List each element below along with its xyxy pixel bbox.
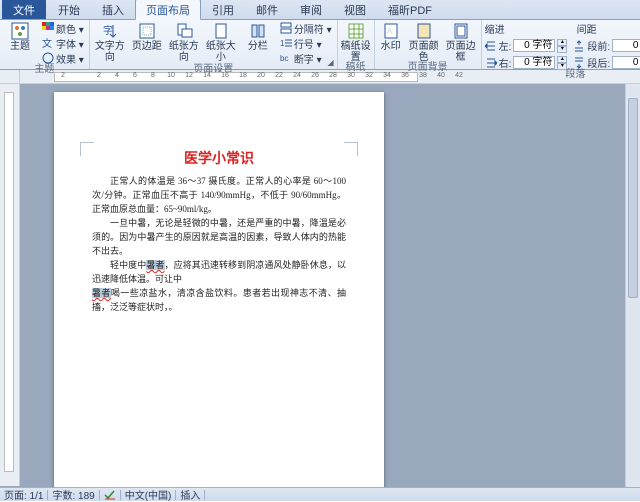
columns-icon <box>249 22 267 40</box>
indent-right: 右: 0 字符 ▴▾ <box>485 55 568 70</box>
indent-left-up[interactable]: ▴ <box>557 39 567 46</box>
line-numbers-button[interactable]: 1行号 ▾ <box>278 36 334 50</box>
spacing-after: 段后: 0 行 ▴▾ <box>573 55 640 70</box>
colors-icon <box>42 22 54 34</box>
para-2: 一旦中暑，无论是轻微的中暑，还是严重的中暑，降温是必须的。因为中暑产生的原因就是… <box>92 216 346 258</box>
status-language[interactable]: 中文(中国) <box>125 487 172 502</box>
tab-page-layout[interactable]: 页面布局 <box>135 0 201 20</box>
indent-left-field[interactable]: 0 字符 <box>513 39 555 52</box>
vertical-ruler[interactable] <box>0 84 20 486</box>
para-4: 暑者喝一些凉盐水，清凉含盐饮料。患者若出现神志不清、抽搐，泛泛等症状时，。 <box>92 286 346 314</box>
doc-title: 医学小常识 <box>92 148 346 168</box>
tab-view[interactable]: 视图 <box>333 0 377 19</box>
para-1: 正常人的体温是 36～37 摄氏度。正常人的心率是 60～100 次/分钟。正常… <box>92 174 346 216</box>
breaks-button[interactable]: 分隔符 ▾ <box>278 21 334 35</box>
orientation-button[interactable]: 纸张方向 <box>167 21 201 63</box>
svg-text:bc: bc <box>280 54 288 63</box>
tab-review[interactable]: 审阅 <box>289 0 333 19</box>
theme-fonts-button[interactable]: 文字体 ▾ <box>40 36 86 50</box>
columns-button[interactable]: 分栏 <box>241 21 275 52</box>
theme-effects-button[interactable]: 效果 ▾ <box>40 51 86 65</box>
svg-text:A: A <box>387 27 393 36</box>
page-size-icon <box>212 22 230 40</box>
tab-file[interactable]: 文件 <box>2 0 46 19</box>
theme-colors-button[interactable]: 颜色 ▾ <box>40 21 86 35</box>
horizontal-ruler[interactable]: 224681012141618202224262830323436384042 <box>0 70 640 84</box>
status-insert-mode[interactable]: 插入 <box>180 487 200 502</box>
page: 医学小常识 正常人的体温是 36～37 摄氏度。正常人的心率是 60～100 次… <box>54 92 384 487</box>
spacing-before: 段前: 0 行 ▴▾ <box>573 38 640 53</box>
indent-right-up[interactable]: ▴ <box>557 56 567 63</box>
ribbon-tabs: 文件 开始 插入 页面布局 引用 邮件 审阅 视图 福昕PDF <box>0 0 640 20</box>
effects-icon <box>42 52 54 64</box>
hyphenation-icon: bc <box>280 52 292 64</box>
statusbar: 页面: 1/1 字数: 189 中文(中国) 插入 <box>0 487 640 501</box>
manuscript-grid-button[interactable]: 稿纸设置 <box>341 21 371 63</box>
group-page-setup: 字文字方向 页边距 纸张方向 纸张大小 分栏 分隔符 ▾ 1行号 ▾ bc断字 … <box>90 20 338 69</box>
wavy-underline: 暑者 <box>146 260 164 270</box>
line-numbers-icon: 1 <box>280 37 292 49</box>
page-size-button[interactable]: 纸张大小 <box>204 21 238 63</box>
indent-right-icon <box>485 57 497 69</box>
fonts-icon: 文 <box>42 37 54 49</box>
indent-header: 缩进 <box>485 21 505 36</box>
document-body[interactable]: 医学小常识 正常人的体温是 36～37 摄氏度。正常人的心率是 60～100 次… <box>92 148 346 314</box>
margins-icon <box>138 22 156 40</box>
group-page-background: A水印 页面颜色 页面边框 页面背景 <box>375 20 482 69</box>
indent-right-field[interactable]: 0 字符 <box>513 56 555 69</box>
spacing-after-icon <box>573 57 585 69</box>
page-border-icon <box>452 22 470 40</box>
tab-mailings[interactable]: 邮件 <box>245 0 289 19</box>
watermark-icon: A <box>382 22 400 40</box>
tab-home[interactable]: 开始 <box>47 0 91 19</box>
grid-icon <box>347 22 365 40</box>
indent-left-down[interactable]: ▾ <box>557 46 567 53</box>
group-themes: 主题 颜色 ▾ 文字体 ▾ 效果 ▾ 主题 <box>0 20 90 69</box>
status-words[interactable]: 字数: 189 <box>52 487 94 502</box>
spacing-after-field[interactable]: 0 行 <box>612 56 640 69</box>
page-setup-dialog-launcher[interactable]: ◢ <box>326 58 336 68</box>
spacing-header: 间距 <box>577 21 597 36</box>
svg-text:文: 文 <box>42 37 52 49</box>
page-border-button[interactable]: 页面边框 <box>444 21 478 63</box>
status-spellcheck-icon[interactable] <box>104 490 116 500</box>
scrollbar-thumb[interactable] <box>628 98 638 298</box>
text-direction-icon: 字 <box>101 22 119 40</box>
margins-button[interactable]: 页边距 <box>130 21 164 52</box>
page-color-button[interactable]: 页面颜色 <box>407 21 441 63</box>
spacing-before-icon <box>573 40 585 52</box>
spacing-before-field[interactable]: 0 行 <box>612 39 640 52</box>
para-3: 轻中度中暑者，应将其迅速转移到阴凉通风处静卧休息，以迅速降低体温。可让中 <box>92 258 346 286</box>
themes-button[interactable]: 主题 <box>3 21 37 52</box>
workspace: 医学小常识 正常人的体温是 36～37 摄氏度。正常人的心率是 60～100 次… <box>0 84 640 487</box>
indent-left: 左: 0 字符 ▴▾ <box>485 38 568 53</box>
themes-icon <box>11 22 29 40</box>
tab-insert[interactable]: 插入 <box>91 0 135 19</box>
page-color-icon <box>415 22 433 40</box>
ribbon: 主题 颜色 ▾ 文字体 ▾ 效果 ▾ 主题 字文字方向 页边距 纸张方向 纸张大… <box>0 20 640 70</box>
svg-text:1: 1 <box>280 39 285 48</box>
group-paragraph: 缩进 间距 左: 0 字符 ▴▾ 段前: 0 行 ▴▾ <box>482 20 640 69</box>
indent-left-icon <box>485 40 497 52</box>
vertical-scrollbar[interactable] <box>625 84 640 487</box>
text-direction-button[interactable]: 字文字方向 <box>93 21 127 63</box>
watermark-button[interactable]: A水印 <box>378 21 404 52</box>
tab-references[interactable]: 引用 <box>201 0 245 19</box>
wavy-underline: 暑者 <box>92 288 111 298</box>
document-canvas[interactable]: 医学小常识 正常人的体温是 36～37 摄氏度。正常人的心率是 60～100 次… <box>20 84 640 487</box>
tab-foxit[interactable]: 福昕PDF <box>377 0 443 19</box>
group-manuscript: 稿纸设置 稿纸 <box>338 20 375 69</box>
status-page[interactable]: 页面: 1/1 <box>4 487 43 502</box>
breaks-icon <box>280 22 292 34</box>
orientation-icon <box>175 22 193 40</box>
